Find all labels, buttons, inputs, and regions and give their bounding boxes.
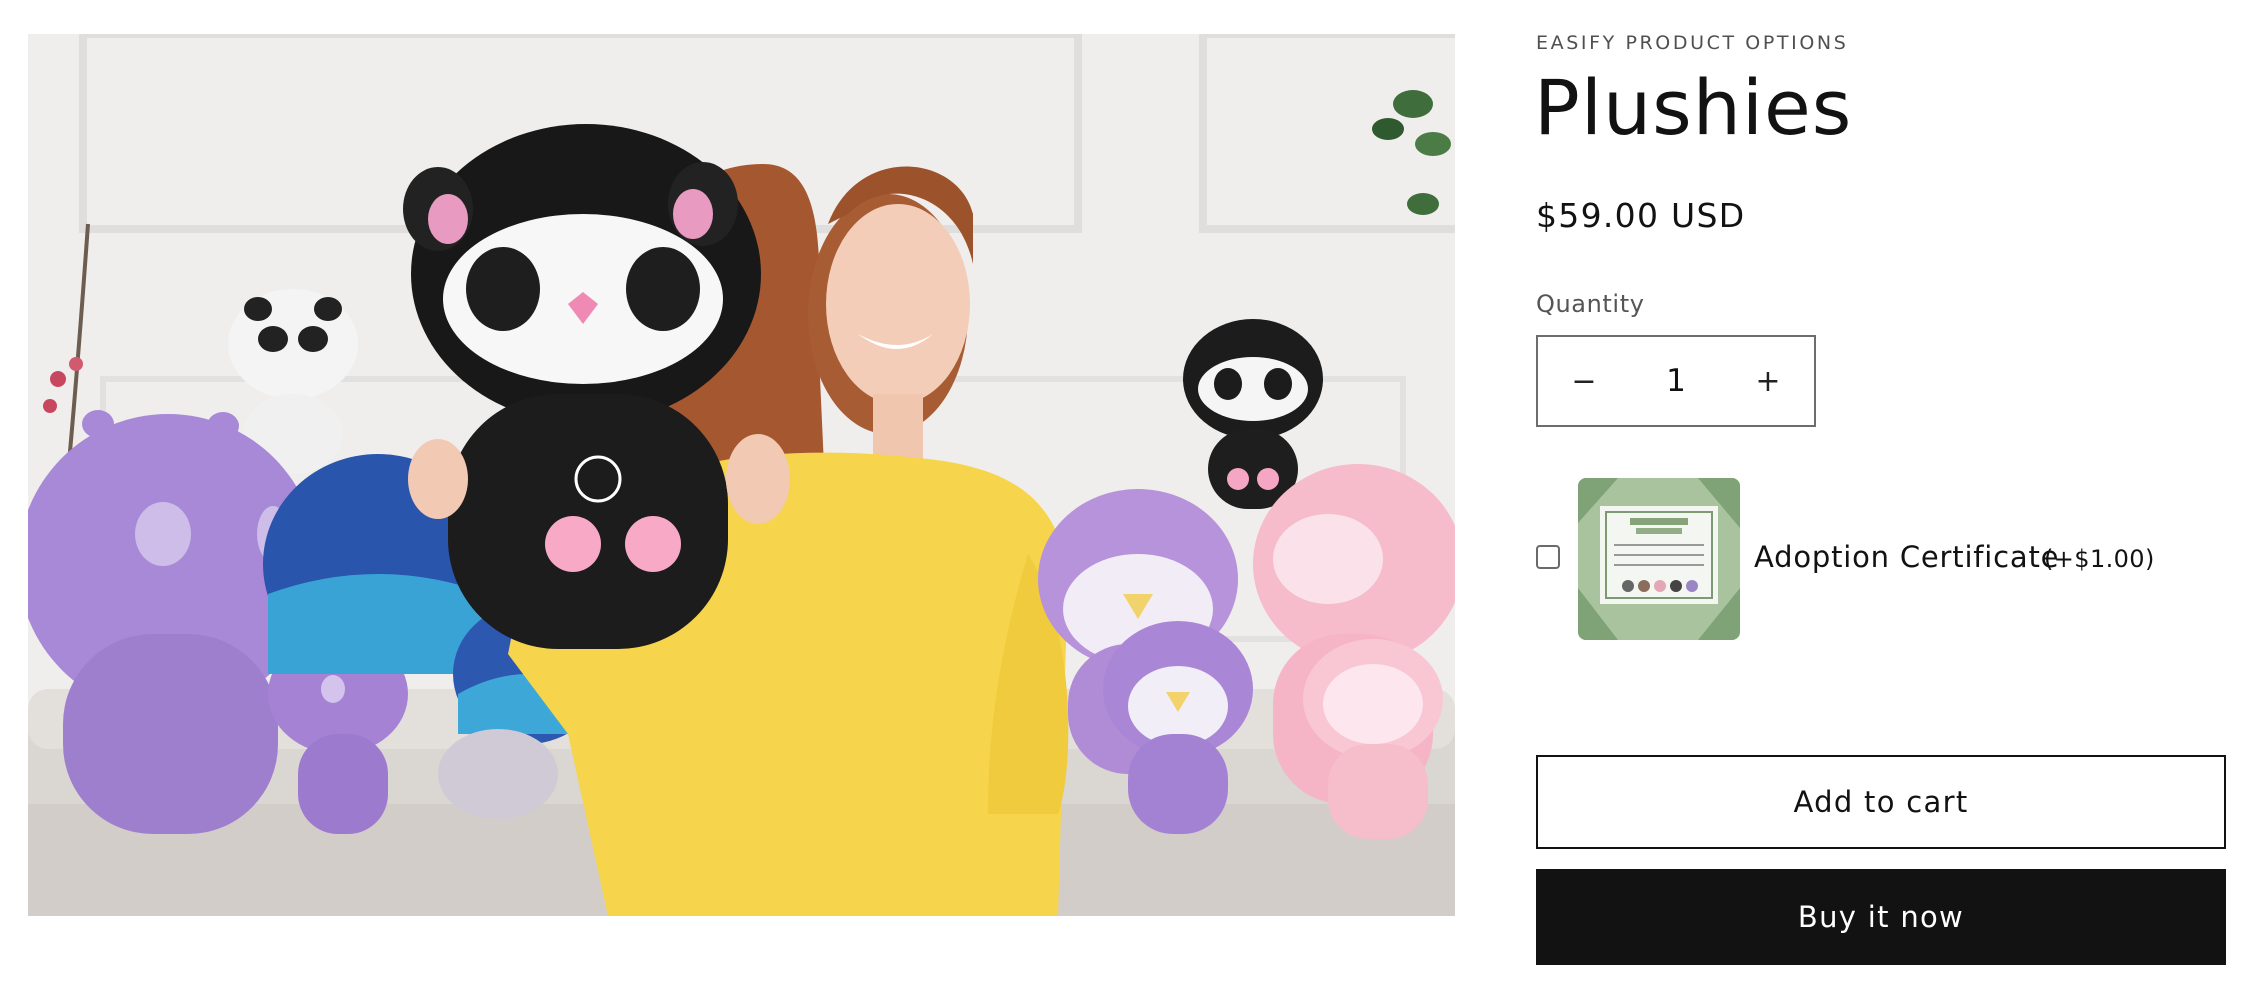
quantity-selector: − 1 + — [1536, 335, 1816, 427]
add-to-cart-button[interactable]: Add to cart — [1536, 755, 2226, 849]
quantity-label: Quantity — [1536, 290, 1645, 318]
addon-label[interactable]: Adoption Certificate — [1754, 540, 2059, 574]
buy-it-now-button[interactable]: Buy it now — [1536, 869, 2226, 965]
quantity-increase-button[interactable]: + — [1722, 337, 1814, 425]
addon-option: Adoption Certificate (+$1.00) — [1536, 478, 2196, 640]
addon-checkbox[interactable] — [1536, 545, 1560, 569]
product-image[interactable] — [28, 34, 1455, 916]
addon-price: (+$1.00) — [2044, 545, 2155, 573]
minus-icon: − — [1571, 363, 1597, 399]
product-photo — [28, 34, 1455, 916]
quantity-input[interactable]: 1 — [1630, 363, 1722, 399]
plus-icon: + — [1755, 363, 1781, 399]
product-info: EASIFY PRODUCT OPTIONS Plushies $59.00 U… — [1534, 0, 2226, 988]
quantity-decrease-button[interactable]: − — [1538, 337, 1630, 425]
certificate-thumbnail[interactable] — [1578, 478, 1740, 640]
vendor-name: EASIFY PRODUCT OPTIONS — [1536, 32, 1849, 54]
product-price: $59.00 USD — [1536, 196, 1746, 235]
certificate-image — [1578, 478, 1740, 640]
product-title: Plushies — [1534, 63, 1853, 152]
